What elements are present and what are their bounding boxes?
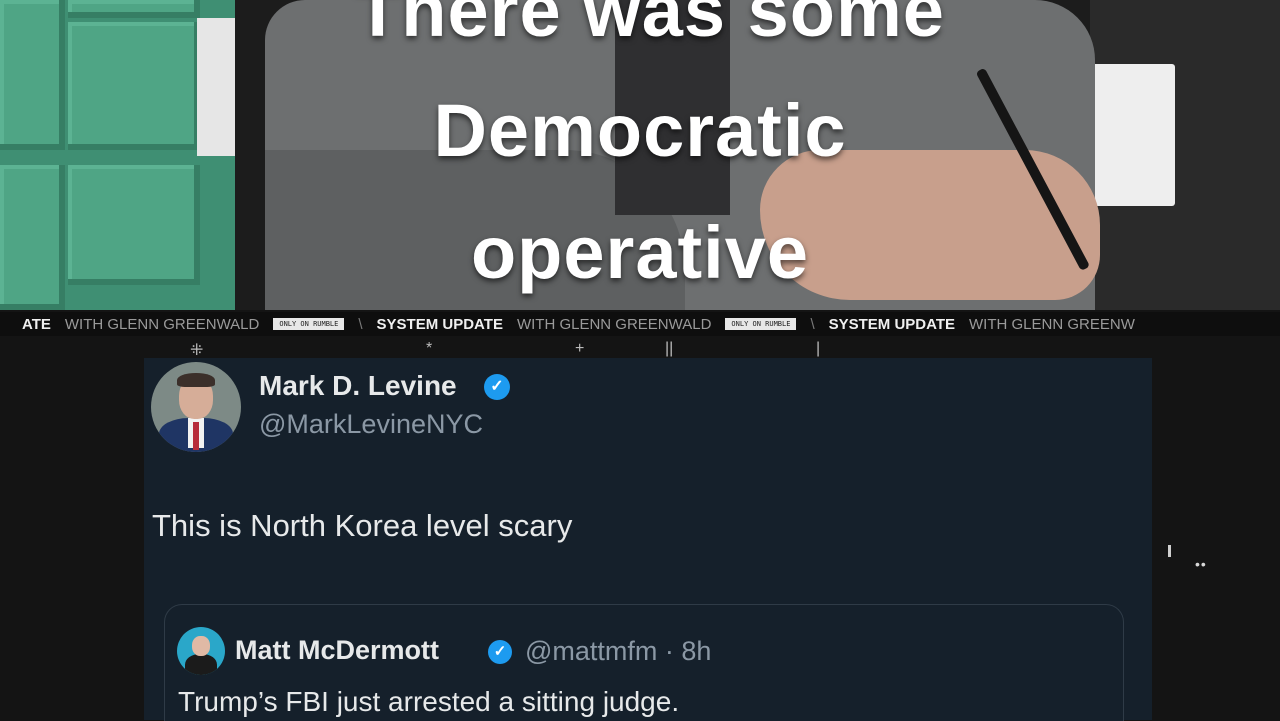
verified-badge-icon: ✓ (484, 374, 510, 400)
decorative-glyph-row: ⁜ * + || | (0, 340, 1280, 360)
ticker-separator: \ (810, 315, 815, 333)
pattern-icon: ⁜ (190, 342, 204, 359)
ticker-separator: \ (358, 315, 363, 333)
ticker-badge: ONLY ON RUMBLE (725, 318, 797, 330)
author-name[interactable]: Mark D. Levine (259, 370, 457, 402)
plus-icon: + (575, 340, 585, 357)
ticker-show-title: ATE (22, 315, 51, 333)
author-avatar[interactable] (151, 362, 241, 452)
quoted-avatar-body (185, 654, 217, 675)
ticker-show-title: SYSTEM UPDATE (828, 315, 956, 333)
video-frame: There was some Democratic operative (0, 0, 1280, 310)
quoted-tweet-text: Trump’s FBI just arrested a sitting judg… (178, 686, 680, 717)
bar-icon: | (816, 340, 821, 357)
more-options-icon[interactable]: •• (1195, 556, 1207, 572)
double-bar-icon: || (665, 340, 674, 357)
side-marker (1168, 545, 1171, 557)
ticker-host: WITH GLENN GREENWALD (516, 315, 712, 333)
quoted-author-avatar[interactable] (177, 627, 225, 675)
quoted-avatar-head (192, 636, 210, 656)
caption-line-2: Democratic (433, 89, 847, 172)
ticker-host: WITH GLENN GREENWALD (64, 315, 260, 333)
asterisk-icon: * (426, 340, 433, 357)
caption-line-1: There was some (355, 0, 945, 52)
verified-badge-icon: ✓ (488, 640, 512, 664)
ticker-badge: ONLY ON RUMBLE (273, 318, 345, 330)
quoted-author-name[interactable]: Matt McDermott (235, 635, 439, 666)
ticker-track: ATE WITH GLENN GREENWALD ONLY ON RUMBLE … (22, 315, 1135, 333)
tweet-text: This is North Korea level scary (152, 508, 573, 543)
caption-line-3: operative (470, 211, 810, 294)
quoted-author-handle-time[interactable]: @mattmfm · 8h (525, 636, 711, 667)
news-ticker: ATE WITH GLENN GREENWALD ONLY ON RUMBLE … (0, 312, 1280, 336)
author-handle[interactable]: @MarkLevineNYC (259, 409, 483, 440)
ticker-host: WITH GLENN GREENW (969, 315, 1135, 333)
avatar-hair (177, 373, 215, 387)
avatar-tie (193, 422, 199, 450)
ticker-show-title: SYSTEM UPDATE (376, 315, 503, 333)
